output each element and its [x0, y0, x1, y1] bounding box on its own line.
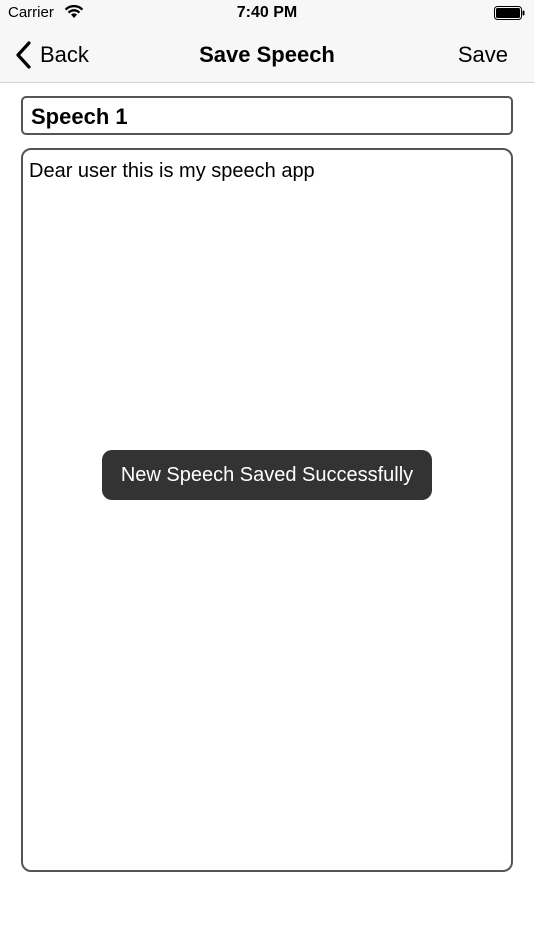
chevron-left-icon: [16, 41, 31, 69]
save-speech-screen: Carrier 7:40 PM Back Save Speech Save Sp…: [0, 0, 534, 950]
status-bar: Carrier 7:40 PM: [0, 0, 534, 28]
speech-title-value: Speech 1: [31, 104, 128, 129]
speech-body-value: Dear user this is my speech app: [29, 160, 315, 182]
success-toast: New Speech Saved Successfully: [102, 450, 432, 500]
speech-body-textarea[interactable]: Dear user this is my speech app: [21, 148, 513, 872]
speech-title-field[interactable]: Speech 1: [21, 96, 513, 135]
save-button[interactable]: Save: [458, 42, 508, 68]
back-label: Back: [40, 42, 89, 67]
back-button[interactable]: Back: [14, 40, 89, 70]
battery-icon: [494, 6, 525, 20]
navigation-bar: Back Save Speech Save: [0, 28, 534, 83]
status-time: 7:40 PM: [236, 4, 298, 21]
toast-message: New Speech Saved Successfully: [120, 463, 414, 486]
